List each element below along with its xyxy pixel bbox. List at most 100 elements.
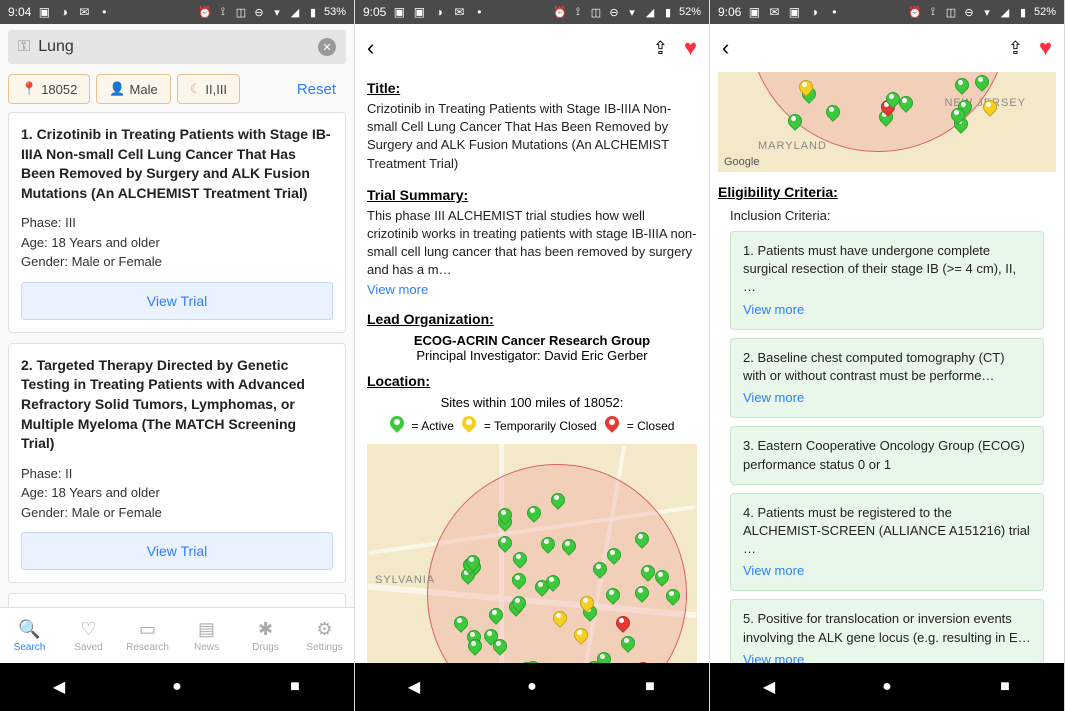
- map-pin[interactable]: [635, 532, 647, 550]
- map-pin[interactable]: [635, 586, 647, 604]
- map-pin[interactable]: [799, 80, 811, 98]
- map-pin[interactable]: [826, 105, 838, 123]
- map-pin[interactable]: [616, 616, 628, 634]
- map-pin[interactable]: [983, 100, 995, 118]
- android-home[interactable]: ●: [166, 676, 188, 698]
- map-pin[interactable]: [593, 562, 605, 580]
- android-back[interactable]: ◀: [48, 676, 70, 698]
- android-back[interactable]: ◀: [403, 676, 425, 698]
- map-pin[interactable]: [546, 575, 558, 593]
- back-button[interactable]: ‹: [367, 35, 374, 61]
- detail-body[interactable]: MARYLAND NEW JERSEY Google Eligibility C…: [710, 72, 1064, 663]
- view-more-link[interactable]: View more: [743, 389, 1031, 407]
- map-pin[interactable]: [955, 78, 967, 96]
- gear-icon: ⚙: [316, 619, 332, 640]
- view-trial-button[interactable]: View Trial: [21, 532, 333, 570]
- map-pin[interactable]: [498, 508, 510, 526]
- map-pin[interactable]: [484, 629, 496, 647]
- chat-icon: ▣: [412, 5, 426, 19]
- mail-icon: ✉: [767, 5, 781, 19]
- map-pin[interactable]: [666, 589, 678, 607]
- phone-screen-1: 9:04 ▣ ◑ ✉ • ⏰ ⟟ ◫ ⊖ ▾ ◢ ▮ 53% ⚿ Lung ✕ …: [0, 0, 355, 711]
- nav-search[interactable]: 🔍Search: [0, 619, 59, 653]
- map-pin[interactable]: [621, 636, 633, 654]
- wifi-icon: ▾: [980, 5, 994, 19]
- view-more-link[interactable]: View more: [743, 562, 1031, 580]
- map-pin[interactable]: [454, 616, 466, 634]
- trial-list[interactable]: 1. Crizotinib in Treating Patients with …: [0, 108, 354, 607]
- map-thumbnail[interactable]: MARYLAND NEW JERSEY Google: [718, 72, 1056, 172]
- status-bar: 9:05 ▣ ▣ ◑ ✉ • ⏰ ⟟ ◫ ⊖ ▾ ◢ ▮ 52%: [355, 0, 709, 24]
- lead-pi: Principal Investigator: David Eric Gerbe…: [367, 348, 697, 363]
- detail-body[interactable]: Title: Crizotinib in Treating Patients w…: [355, 72, 709, 663]
- map-pin[interactable]: [587, 661, 599, 663]
- search-input[interactable]: Lung: [38, 38, 310, 56]
- key-icon: ⚿: [18, 38, 30, 56]
- back-button[interactable]: ‹: [722, 35, 729, 61]
- android-recent[interactable]: ■: [639, 676, 661, 698]
- share-button[interactable]: ⇪: [1008, 38, 1023, 59]
- favorite-button[interactable]: ♥: [1039, 35, 1052, 61]
- filter-zip[interactable]: 📍18052: [8, 74, 90, 104]
- map-pin[interactable]: [574, 628, 586, 646]
- map-pin[interactable]: [951, 108, 963, 126]
- filter-gender[interactable]: 👤Male: [96, 74, 170, 104]
- location-label: Location:: [367, 373, 697, 389]
- map-pin[interactable]: [553, 611, 565, 629]
- map-pin[interactable]: [886, 92, 898, 110]
- app-icon: ◑: [432, 5, 446, 19]
- map-pin[interactable]: [527, 506, 539, 524]
- battery-percent: 53%: [324, 6, 346, 18]
- map-pin[interactable]: [513, 552, 525, 570]
- map-pin[interactable]: [466, 555, 478, 573]
- eligibility-label: Eligibility Criteria:: [718, 184, 1056, 200]
- view-more-link[interactable]: View more: [367, 282, 697, 297]
- android-home[interactable]: ●: [521, 676, 543, 698]
- view-more-link[interactable]: View more: [743, 651, 1031, 663]
- nav-saved[interactable]: ♡Saved: [59, 619, 118, 653]
- share-button[interactable]: ⇪: [653, 38, 668, 59]
- android-back[interactable]: ◀: [758, 676, 780, 698]
- map-pin[interactable]: [498, 536, 510, 554]
- favorite-button[interactable]: ♥: [684, 35, 697, 61]
- view-trial-button[interactable]: View Trial: [21, 282, 333, 320]
- location-icon: ⟟: [571, 5, 585, 19]
- app-icon: ◑: [807, 5, 821, 19]
- map-pin[interactable]: [788, 114, 800, 132]
- map-pin[interactable]: [606, 588, 618, 606]
- map-pin[interactable]: [551, 493, 563, 511]
- map-pin[interactable]: [636, 662, 648, 663]
- android-recent[interactable]: ■: [284, 676, 306, 698]
- android-home[interactable]: ●: [876, 676, 898, 698]
- map-pin[interactable]: [899, 96, 911, 114]
- map-pin[interactable]: [655, 570, 667, 588]
- map-pin[interactable]: [580, 596, 592, 614]
- map-pin[interactable]: [512, 573, 524, 591]
- map-pin[interactable]: [468, 639, 480, 657]
- nav-settings[interactable]: ⚙Settings: [295, 619, 354, 653]
- map-pin[interactable]: [975, 75, 987, 93]
- clear-search-button[interactable]: ✕: [318, 38, 336, 56]
- nav-drugs[interactable]: ✱Drugs: [236, 619, 295, 653]
- reset-button[interactable]: Reset: [287, 75, 346, 104]
- mail-icon: ✉: [77, 5, 91, 19]
- vibrate-icon: ◫: [234, 5, 248, 19]
- map-pin[interactable]: [562, 539, 574, 557]
- nav-news[interactable]: ▤News: [177, 619, 236, 653]
- map-pin[interactable]: [607, 548, 619, 566]
- map[interactable]: SYLVANIA MARYLAND NEW JERSEY Google: [367, 444, 697, 664]
- map-pin[interactable]: [520, 662, 532, 663]
- map-pin[interactable]: [641, 565, 653, 583]
- map-pin[interactable]: [512, 596, 524, 614]
- nav-research[interactable]: ▭Research: [118, 619, 177, 653]
- search-bar[interactable]: ⚿ Lung ✕: [8, 30, 346, 64]
- view-more-link[interactable]: View more: [743, 301, 1031, 319]
- android-nav: ◀ ● ■: [710, 663, 1064, 711]
- mail-icon: ✉: [452, 5, 466, 19]
- trial-gender: Gender: Male or Female: [21, 252, 333, 272]
- android-recent[interactable]: ■: [994, 676, 1016, 698]
- map-pin[interactable]: [489, 608, 501, 626]
- map-pin[interactable]: [541, 537, 553, 555]
- filter-stage[interactable]: ☾II,III: [177, 74, 240, 104]
- battery-percent: 52%: [679, 6, 701, 18]
